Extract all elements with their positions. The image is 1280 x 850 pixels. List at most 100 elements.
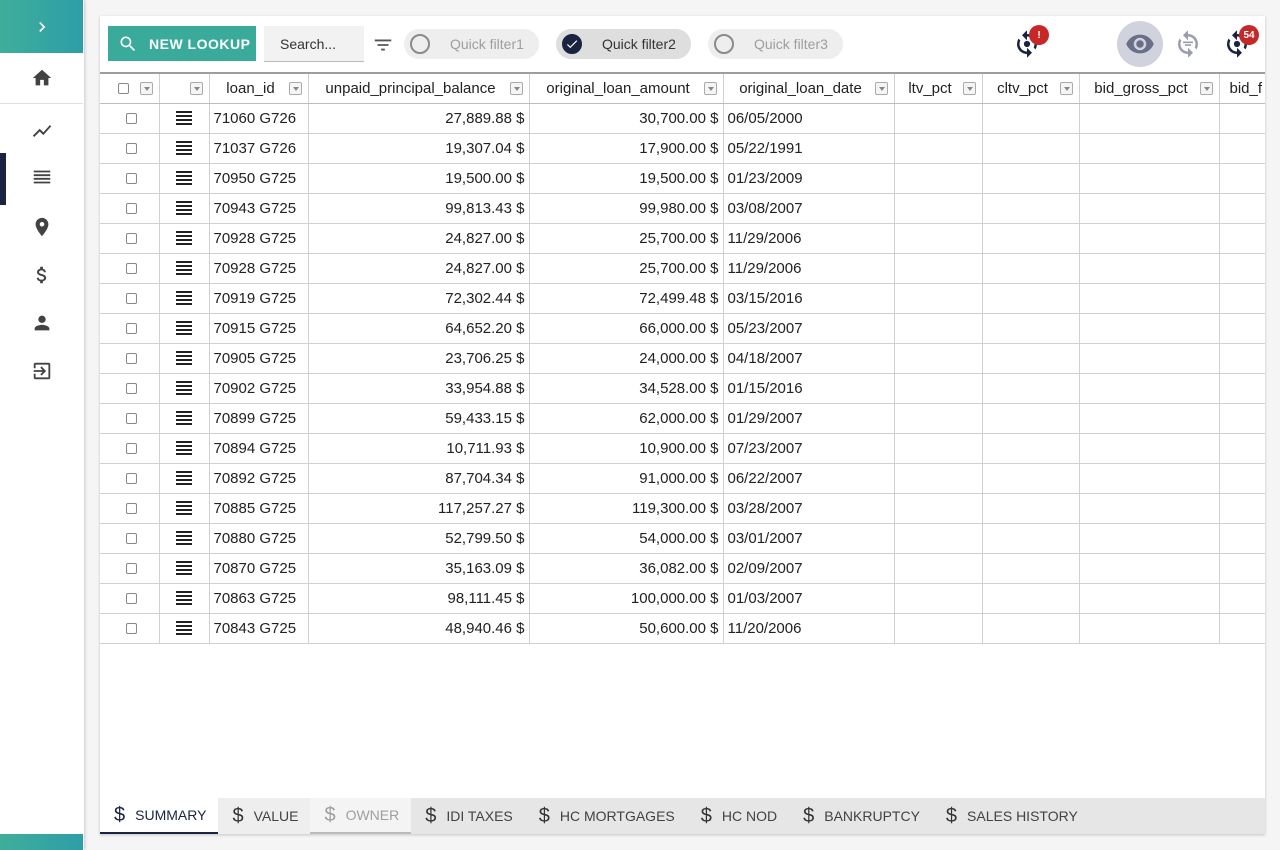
table-row[interactable]: 70894 G725 10,711.93 $10,900.00 $07/23/20… — [100, 433, 1265, 464]
column-menu-icon[interactable] — [139, 82, 153, 95]
table-row[interactable]: 70919 G725 72,302.44 $72,499.48 $03/15/20… — [100, 283, 1265, 314]
table-row[interactable]: 71037 G726 19,307.04 $17,900.00 $05/22/19… — [100, 133, 1265, 164]
table-row[interactable]: 70880 G725 52,799.50 $54,000.00 $03/01/20… — [100, 523, 1265, 554]
tab-summary[interactable]: $ SUMMARY — [100, 798, 219, 834]
row-checkbox[interactable] — [125, 593, 137, 605]
row-menu-cell[interactable] — [159, 583, 210, 614]
table-row[interactable]: 70899 G725 59,433.15 $62,000.00 $01/29/20… — [100, 403, 1265, 434]
sync-filter-button[interactable] — [1170, 26, 1206, 62]
row-menu-cell[interactable] — [159, 403, 210, 434]
row-menu-cell[interactable] — [159, 343, 210, 374]
sidebar-item-finance[interactable] — [0, 251, 83, 299]
column-menu-icon[interactable] — [1199, 82, 1213, 95]
table-row[interactable]: 70863 G725 98,111.45 $100,000.00 $01/03/2… — [100, 583, 1265, 614]
row-checkbox[interactable] — [125, 473, 137, 485]
row-checkbox[interactable] — [125, 173, 137, 185]
column-menu-icon[interactable] — [962, 82, 976, 95]
row-checkbox[interactable] — [125, 533, 137, 545]
column-header-loan-id[interactable]: loan_id — [209, 72, 309, 104]
row-menu-cell[interactable] — [159, 103, 210, 134]
row-checkbox[interactable] — [125, 503, 137, 515]
new-lookup-button[interactable]: NEW LOOKUP — [108, 26, 256, 61]
column-header-unpaid-principal-balance[interactable]: unpaid_principal_balance — [308, 72, 530, 104]
table-row[interactable]: 70928 G725 24,827.00 $25,700.00 $11/29/20… — [100, 223, 1265, 254]
select-all-checkbox[interactable] — [118, 83, 129, 95]
column-header-cltv-pct[interactable]: cltv_pct — [982, 72, 1080, 104]
sync-alert-button[interactable]: ! — [1009, 25, 1049, 62]
sidebar-item-list[interactable] — [0, 153, 83, 205]
table-row[interactable]: 70950 G725 19,500.00 $19,500.00 $01/23/20… — [100, 163, 1265, 194]
row-checkbox[interactable] — [125, 203, 137, 215]
filter-icon[interactable] — [372, 34, 396, 56]
row-menu-cell[interactable] — [159, 373, 210, 404]
column-header-original-loan-amount[interactable]: original_loan_amount — [529, 72, 724, 104]
row-checkbox[interactable] — [125, 353, 137, 365]
row-menu-cell[interactable] — [159, 493, 210, 524]
cell-original-loan-amount: 17,900.00 $ — [529, 133, 724, 164]
row-checkbox[interactable] — [125, 293, 137, 305]
column-header-ltv-pct[interactable]: ltv_pct — [894, 72, 983, 104]
table-row[interactable]: 70885 G725 117,257.27 $119,300.00 $03/28/… — [100, 493, 1265, 524]
row-menu-cell[interactable] — [159, 463, 210, 494]
row-menu-cell[interactable] — [159, 313, 210, 344]
cell-bid-f — [1219, 313, 1265, 344]
column-menu-icon[interactable] — [189, 82, 203, 95]
row-menu-cell[interactable] — [159, 133, 210, 164]
quick-filter-1[interactable]: Quick filter1 — [404, 29, 539, 59]
table-row[interactable]: 70928 G725 24,827.00 $25,700.00 $11/29/20… — [100, 253, 1265, 284]
sidebar-item-trends[interactable] — [0, 107, 83, 155]
table-row[interactable]: 70843 G725 48,940.46 $50,600.00 $11/20/20… — [100, 613, 1265, 644]
table-row[interactable]: 70915 G725 64,652.20 $66,000.00 $05/23/20… — [100, 313, 1265, 344]
tab-bankruptcy[interactable]: $ BANKRUPTCY — [789, 798, 932, 834]
row-checkbox[interactable] — [125, 383, 137, 395]
tab-hc-nod[interactable]: $ HC NOD — [687, 798, 789, 834]
table-row[interactable]: 70892 G725 87,704.34 $91,000.00 $06/22/20… — [100, 463, 1265, 494]
row-checkbox[interactable] — [125, 623, 137, 635]
column-header-bid-gross-pct[interactable]: bid_gross_pct — [1079, 72, 1220, 104]
table-row[interactable]: 70905 G725 23,706.25 $24,000.00 $04/18/20… — [100, 343, 1265, 374]
column-menu-icon[interactable] — [703, 82, 717, 95]
sidebar-item-logout[interactable] — [0, 347, 83, 395]
row-menu-cell[interactable] — [159, 553, 210, 584]
row-checkbox[interactable] — [125, 563, 137, 575]
row-menu-cell[interactable] — [159, 253, 210, 284]
tab-owner[interactable]: $ OWNER — [310, 798, 412, 834]
table-row[interactable]: 70870 G725 35,163.09 $36,082.00 $02/09/20… — [100, 553, 1265, 584]
row-checkbox[interactable] — [125, 413, 137, 425]
row-menu-cell[interactable] — [159, 223, 210, 254]
row-checkbox[interactable] — [125, 143, 137, 155]
table-row[interactable]: 70902 G725 33,954.88 $34,528.00 $01/15/20… — [100, 373, 1265, 404]
tab-sales-history[interactable]: $ SALES HISTORY — [932, 798, 1090, 834]
row-menu-cell[interactable] — [159, 523, 210, 554]
sidebar-item-location[interactable] — [0, 203, 83, 251]
row-checkbox[interactable] — [125, 263, 137, 275]
column-header-original-loan-date[interactable]: original_loan_date — [723, 72, 895, 104]
table-row[interactable]: 71060 G726 27,889.88 $30,700.00 $06/05/20… — [100, 103, 1265, 134]
column-header-bid-f[interactable]: bid_f — [1219, 72, 1265, 104]
search-input[interactable] — [264, 26, 364, 62]
sidebar-item-profile[interactable] — [0, 299, 83, 347]
quick-filter-3[interactable]: Quick filter3 — [708, 29, 843, 59]
column-menu-icon[interactable] — [288, 82, 302, 95]
visibility-button[interactable] — [1117, 21, 1163, 67]
expand-sidebar-button[interactable] — [0, 0, 83, 53]
row-menu-cell[interactable] — [159, 163, 210, 194]
tab-idi-taxes[interactable]: $ IDI TAXES — [411, 798, 525, 834]
row-checkbox[interactable] — [125, 233, 137, 245]
tab-hc-mortgages[interactable]: $ HC MORTGAGES — [525, 798, 687, 834]
column-menu-icon[interactable] — [874, 82, 888, 95]
row-menu-cell[interactable] — [159, 613, 210, 644]
column-menu-icon[interactable] — [509, 82, 523, 95]
column-menu-icon[interactable] — [1059, 82, 1073, 95]
quick-filter-2[interactable]: Quick filter2 — [556, 29, 691, 59]
row-menu-cell[interactable] — [159, 433, 210, 464]
sidebar-item-home[interactable] — [0, 54, 83, 102]
row-menu-cell[interactable] — [159, 283, 210, 314]
tab-value[interactable]: $ VALUE — [218, 798, 311, 834]
row-menu-cell[interactable] — [159, 193, 210, 224]
row-checkbox[interactable] — [125, 443, 137, 455]
table-row[interactable]: 70943 G725 99,813.43 $99,980.00 $03/08/20… — [100, 193, 1265, 224]
row-checkbox[interactable] — [125, 113, 137, 125]
row-checkbox[interactable] — [125, 323, 137, 335]
sync-notifications-button[interactable]: 54 — [1219, 25, 1259, 62]
